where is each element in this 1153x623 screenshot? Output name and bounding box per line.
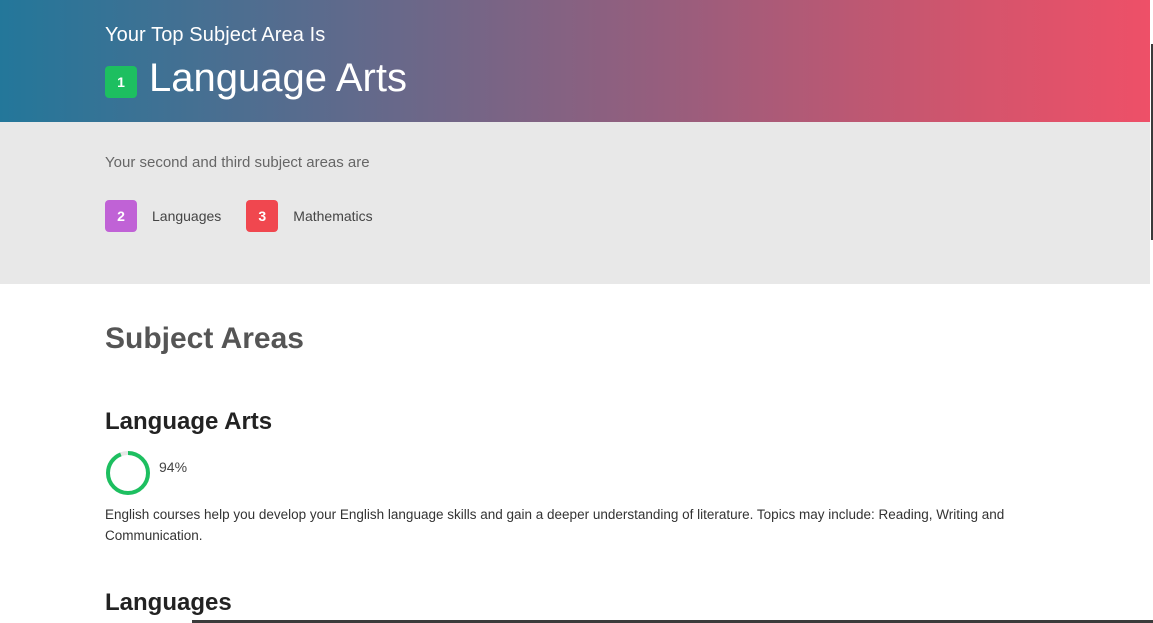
top-subject-title-row: 1 Language Arts xyxy=(105,56,407,100)
subject-areas-heading: Subject Areas xyxy=(105,322,304,355)
rank-badge-1: 1 xyxy=(105,66,137,98)
secondary-subject-label: Languages xyxy=(152,208,222,224)
language-arts-score: 94% xyxy=(105,450,187,496)
progress-ring-arc xyxy=(106,451,150,495)
top-subject-title: Language Arts xyxy=(149,56,407,100)
subject-title-language-arts: Language Arts xyxy=(105,408,273,435)
subject-title-languages: Languages xyxy=(105,589,232,616)
secondary-subject-mathematics: 3 Mathematics xyxy=(246,200,373,232)
rank-badge-2: 2 xyxy=(105,200,137,232)
secondary-subject-languages: 2 Languages xyxy=(105,200,221,232)
progress-ring-icon xyxy=(106,451,150,495)
top-subject-header: Your Top Subject Area Is 1 Language Arts xyxy=(0,0,1150,122)
secondary-subject-label: Mathematics xyxy=(293,208,373,224)
secondary-subjects-band: Your second and third subject areas are … xyxy=(0,122,1150,284)
top-subject-kicker: Your Top Subject Area Is xyxy=(105,24,326,46)
secondary-subjects-label: Your second and third subject areas are xyxy=(105,154,370,171)
rank-badge-3: 3 xyxy=(246,200,279,232)
secondary-subjects-list: 2 Languages 3 Mathematics xyxy=(105,200,398,232)
results-page: Your Top Subject Area Is 1 Language Arts… xyxy=(0,0,1153,623)
score-percent: 94% xyxy=(159,459,188,475)
subject-description: English courses help you develop your En… xyxy=(105,507,1005,543)
